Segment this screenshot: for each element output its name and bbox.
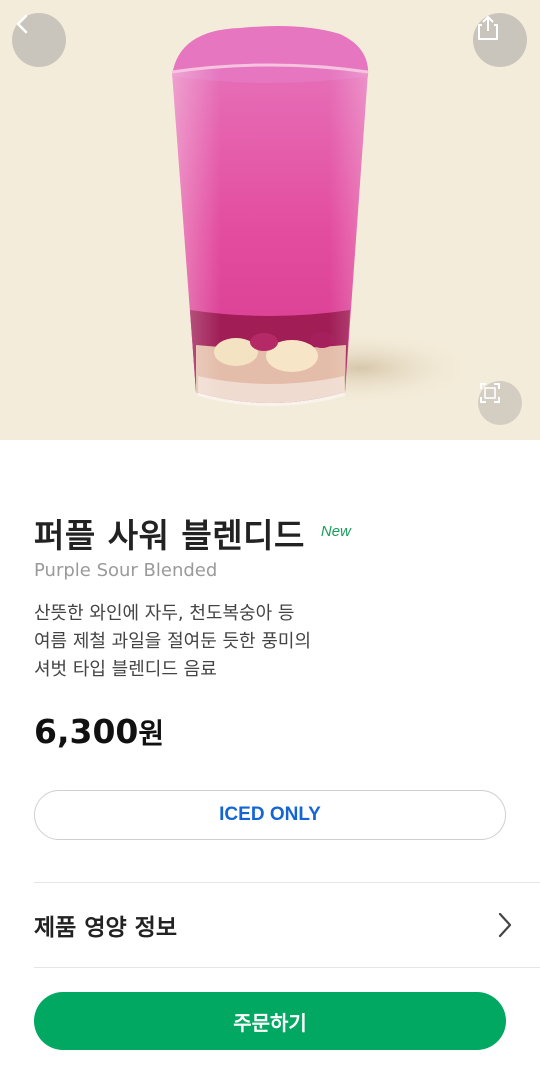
drink-illustration: [171, 26, 480, 406]
product-name-english: Purple Sour Blended: [34, 560, 218, 581]
expand-icon: [480, 383, 500, 403]
product-price: 6,300원: [34, 712, 164, 752]
product-description: 산뜻한 와인에 자두, 천도복숭아 등 여름 제철 과일을 절여둔 듯한 풍미의…: [34, 600, 474, 684]
divider: [34, 882, 540, 883]
description-line: 셔벗 타입 블렌디드 음료: [34, 659, 217, 680]
price-unit: 원: [138, 717, 165, 750]
back-button[interactable]: [12, 13, 66, 67]
new-badge: New: [320, 523, 351, 540]
chevron-right-icon: [498, 912, 512, 938]
description-line: 산뜻한 와인에 자두, 천도복숭아 등: [34, 603, 295, 624]
divider: [34, 967, 540, 968]
chevron-left-icon: [16, 14, 28, 34]
nutrition-info-label: 제품 영양 정보: [34, 915, 177, 941]
zoom-button[interactable]: [478, 381, 522, 425]
temperature-option-button[interactable]: ICED ONLY: [34, 790, 506, 840]
product-title-row: 퍼플 사워 블렌디드 New: [34, 516, 351, 556]
share-button[interactable]: [473, 13, 527, 67]
order-button[interactable]: 주문하기: [34, 992, 506, 1050]
product-name: 퍼플 사워 블렌디드: [34, 516, 305, 555]
price-value: 6,300: [34, 712, 139, 751]
nutrition-info-row[interactable]: 제품 영양 정보: [34, 884, 514, 966]
product-image: [0, 0, 540, 440]
share-icon: [478, 16, 498, 40]
description-line: 여름 제철 과일을 절여둔 듯한 풍미의: [34, 631, 312, 652]
